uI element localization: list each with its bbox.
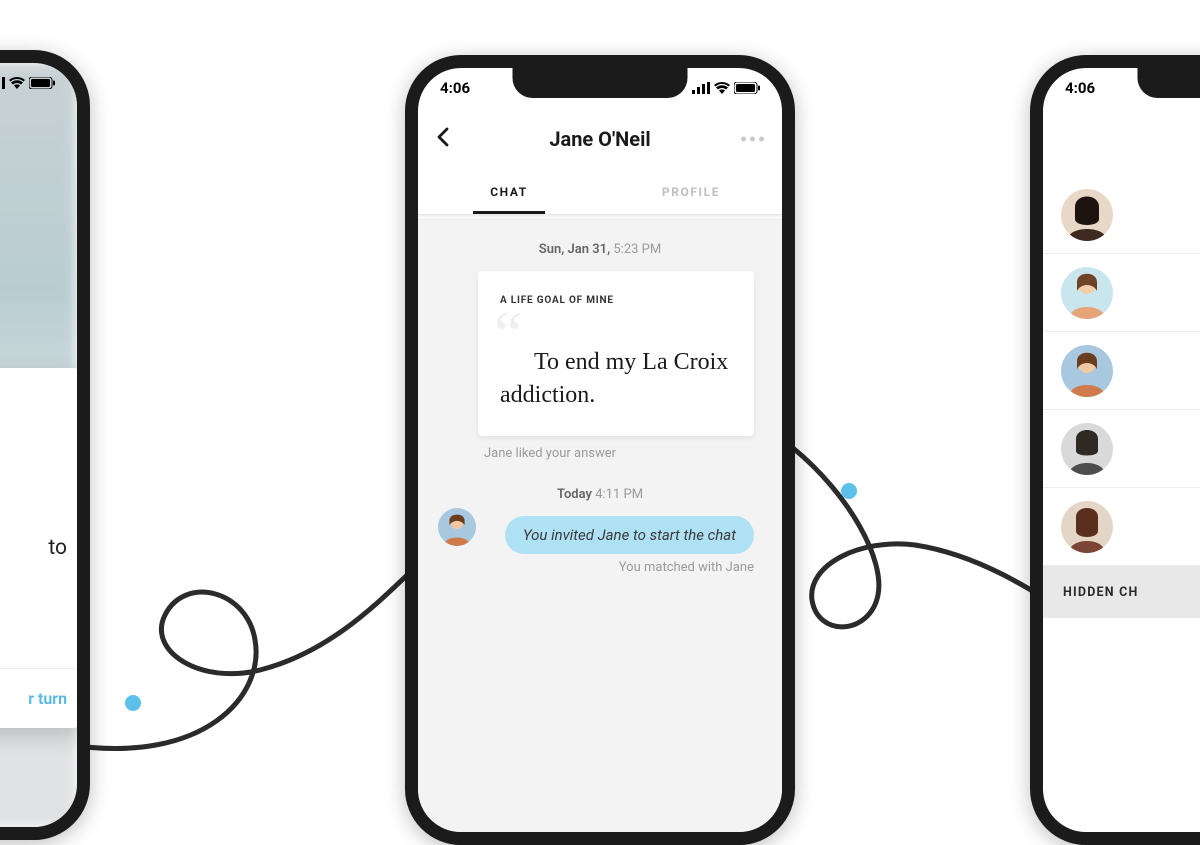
timestamp-1: Sun, Jan 31, 5:23 PM — [418, 242, 782, 257]
prompt-answer: “ To end my La Croix addiction. — [500, 316, 732, 410]
decorative-dot-left — [125, 695, 141, 711]
avatar — [1061, 189, 1113, 241]
back-button[interactable] — [436, 127, 450, 151]
ellipsis-icon — [741, 137, 746, 142]
notch — [513, 68, 688, 98]
tab-profile[interactable]: PROFILE — [600, 170, 782, 214]
hidden-section-header[interactable]: HIDDEN CH — [1043, 566, 1200, 618]
invite-pill: You invited Jane to start the chat — [505, 516, 754, 554]
more-button[interactable] — [741, 137, 764, 142]
sender-avatar[interactable] — [438, 508, 476, 546]
card-footer-button[interactable]: r turn — [0, 668, 87, 728]
chat-header: Jane O'Neil — [418, 108, 782, 170]
list-item[interactable] — [1043, 176, 1200, 254]
avatar — [1061, 345, 1113, 397]
tabs: CHAT PROFILE — [418, 170, 782, 214]
tab-chat[interactable]: CHAT — [418, 170, 600, 214]
signal-icon — [0, 77, 5, 89]
list-item[interactable] — [1043, 332, 1200, 410]
chat-body: Sun, Jan 31, 5:23 PM A LIFE GOAL OF MINE… — [418, 218, 782, 832]
battery-icon — [734, 82, 760, 94]
quote-mark-icon: “ — [494, 298, 522, 369]
list-item[interactable] — [1043, 254, 1200, 332]
action-card: to r turn — [0, 368, 87, 728]
status-time: 4:06 — [1065, 79, 1095, 97]
signal-icon — [692, 82, 710, 94]
prompt-eyebrow: A LIFE GOAL OF MINE — [500, 295, 732, 306]
phone-mock-center: 4:06 Jane O'Neil CHAT PROFILE Sun, Jan 3… — [405, 55, 795, 845]
phone-mock-left: to r turn — [0, 50, 90, 840]
decorative-line-left — [65, 555, 425, 765]
chat-title: Jane O'Neil — [549, 127, 650, 151]
avatar — [1061, 501, 1113, 553]
prompt-card[interactable]: A LIFE GOAL OF MINE “ To end my La Croix… — [478, 271, 754, 436]
timestamp-2: Today 4:11 PM — [418, 487, 782, 502]
battery-icon — [29, 77, 55, 89]
status-bar — [0, 63, 77, 103]
chevron-left-icon — [436, 127, 450, 147]
matched-caption: You matched with Jane — [418, 560, 754, 575]
notch — [1138, 68, 1200, 98]
wifi-icon — [714, 82, 730, 94]
wifi-icon — [9, 77, 25, 89]
avatar — [1061, 423, 1113, 475]
liked-caption: Jane liked your answer — [484, 446, 782, 461]
list-item[interactable] — [1043, 488, 1200, 566]
avatar — [1061, 267, 1113, 319]
conversation-list: HIDDEN CH — [1043, 176, 1200, 618]
decorative-dot-right — [841, 483, 857, 499]
list-item[interactable] — [1043, 410, 1200, 488]
card-body-fragment: to — [0, 534, 67, 562]
status-time: 4:06 — [440, 79, 470, 97]
phone-mock-right: 4:06 HIDDEN CH HIDDEN CH — [1030, 55, 1200, 845]
